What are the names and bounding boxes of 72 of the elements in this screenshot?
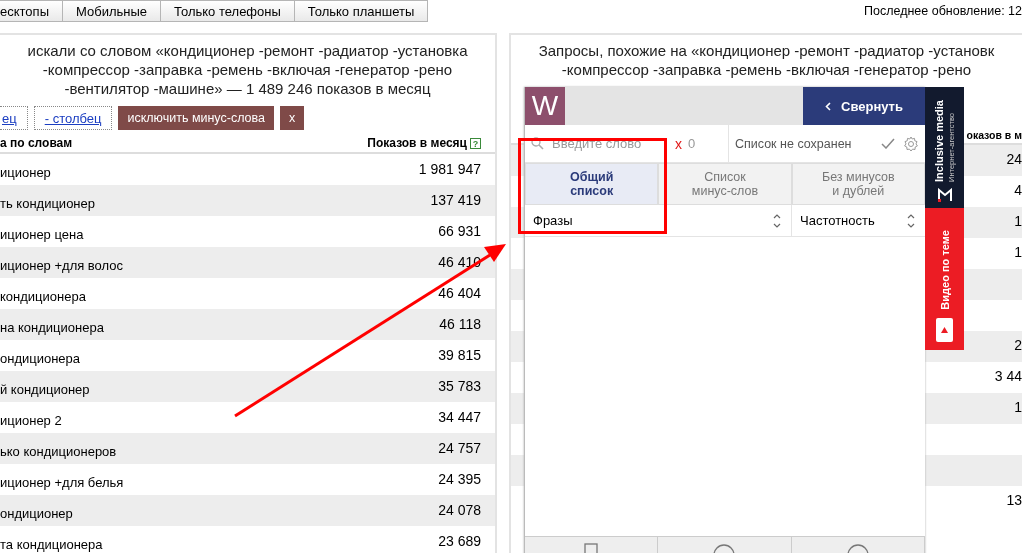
count-cell-text: 3 44 bbox=[994, 367, 1022, 386]
column-header: а по словам bbox=[0, 136, 73, 150]
agency-name: Inclusive media bbox=[933, 100, 945, 182]
sort-icon[interactable] bbox=[907, 212, 915, 229]
column-link[interactable]: ец bbox=[0, 106, 28, 130]
list-tab[interactable]: Общий список bbox=[525, 163, 659, 205]
count-cell-text: 1 bbox=[1014, 243, 1022, 262]
count-cell-text: 23 689 bbox=[438, 532, 481, 549]
phrase-cell[interactable]: иционер +для волос bbox=[0, 252, 124, 273]
device-filter-button[interactable]: Только планшеты bbox=[294, 0, 429, 22]
collapse-button[interactable]: Свернуть bbox=[803, 87, 925, 125]
phrase-cell[interactable]: та кондиционера bbox=[0, 531, 103, 552]
count-cell-text: 24 bbox=[1006, 150, 1022, 169]
count-cell-text: 46 404 bbox=[438, 284, 481, 301]
count-cell-text: 24 757 bbox=[438, 439, 481, 456]
column-header[interactable]: Фразы bbox=[533, 213, 573, 228]
count-cell-text: 13 bbox=[1006, 491, 1022, 510]
device-filter-button[interactable]: Мобильные bbox=[63, 0, 162, 22]
results-heading: -вентилятор -машине» — 1 489 246 показов в месяц bbox=[64, 79, 431, 98]
list-tab[interactable]: Список минус-слов bbox=[658, 163, 792, 205]
column-header: оказов в м bbox=[966, 129, 1022, 141]
phrase-cell[interactable]: ондиционера bbox=[0, 345, 81, 366]
phrase-cell[interactable]: иционер bbox=[0, 159, 51, 180]
phrase-cell[interactable]: ть кондиционер bbox=[0, 190, 95, 211]
device-filter-button[interactable]: есктопы bbox=[0, 0, 63, 22]
column-header[interactable]: Частотность bbox=[800, 213, 875, 228]
phrase-cell[interactable]: й кондиционер bbox=[0, 376, 90, 397]
count-cell-text: 34 447 bbox=[438, 408, 481, 425]
count-cell-text: 46 118 bbox=[439, 315, 481, 332]
help-icon[interactable]: ? bbox=[470, 137, 481, 149]
action-button[interactable]: x bbox=[280, 106, 305, 130]
column-header: Показов в месяц bbox=[367, 136, 467, 150]
phrase-cell[interactable]: ько кондиционеров bbox=[0, 438, 117, 459]
check-icon[interactable] bbox=[881, 138, 895, 149]
chevron-left-icon bbox=[825, 101, 831, 111]
video-label: Видео по теме bbox=[938, 230, 951, 310]
count-cell-text: 1 bbox=[1014, 212, 1022, 231]
count-cell-text: 35 783 bbox=[438, 377, 481, 394]
column-link[interactable]: - столбец bbox=[33, 106, 113, 130]
count-cell-text: 66 931 bbox=[438, 222, 481, 239]
count-cell-text: 137 419 bbox=[430, 191, 481, 208]
phrase-cell[interactable]: ондиционер bbox=[0, 500, 73, 521]
clear-button[interactable]: x bbox=[675, 135, 682, 152]
word-count: 0 bbox=[688, 136, 696, 151]
count-cell-text: 4 bbox=[1014, 181, 1022, 200]
search-icon bbox=[531, 137, 544, 150]
phrase-cell[interactable]: кондиционера bbox=[0, 283, 86, 304]
count-cell-text: 1 981 947 bbox=[418, 160, 481, 177]
video-banner[interactable]: Видео по теме bbox=[925, 208, 964, 350]
last-update-text: Последнее обновление: 12 bbox=[864, 3, 1022, 20]
play-icon bbox=[936, 318, 953, 342]
device-filter-button[interactable]: Только телефоны bbox=[161, 0, 295, 22]
phrase-cell[interactable]: иционер цена bbox=[0, 221, 84, 242]
extension-logo: W bbox=[525, 87, 565, 125]
list-status: Список не сохранен bbox=[735, 136, 853, 151]
count-cell-text: 39 815 bbox=[438, 346, 481, 363]
phrase-cell[interactable]: иционер 2 bbox=[0, 407, 62, 428]
similar-heading: Запросы, похожие на «кондиционер -ремонт -радиатор -установк bbox=[538, 41, 995, 60]
phrase-cell[interactable]: на кондиционера bbox=[0, 314, 104, 335]
list-tab[interactable]: Без минусов и дублей bbox=[791, 163, 925, 205]
similar-heading: -компрессор -заправка -ремень -включая -генератор -рено bbox=[561, 60, 972, 79]
action-button[interactable]: исключить минус-слова bbox=[118, 106, 274, 130]
results-heading: искали со словом «кондиционер -ремонт -радиатор -установка bbox=[27, 41, 468, 60]
count-cell-text: 24 395 bbox=[438, 470, 481, 487]
count-cell-text: 2 bbox=[1014, 336, 1022, 355]
agency-logo-icon bbox=[937, 188, 952, 202]
phrase-cell[interactable]: иционер +для белья bbox=[0, 469, 124, 490]
count-cell-text: 24 078 bbox=[438, 501, 481, 518]
count-cell-text: 1 bbox=[1014, 398, 1022, 417]
results-heading: -компрессор -заправка -ремень -включая -генератор -рено bbox=[42, 60, 453, 79]
sort-icon[interactable] bbox=[773, 212, 781, 229]
settings-icon[interactable] bbox=[903, 135, 919, 152]
